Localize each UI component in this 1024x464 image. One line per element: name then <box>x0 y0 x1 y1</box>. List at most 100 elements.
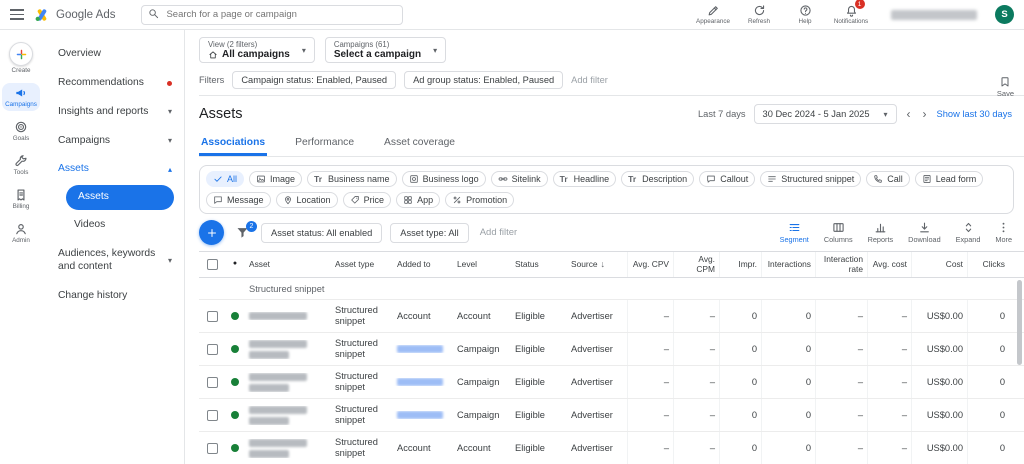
metric-cell: 0 <box>761 300 815 332</box>
table-action-download[interactable]: Download <box>908 221 940 244</box>
table-action-reports[interactable]: Reports <box>868 221 894 244</box>
added-to-cell[interactable] <box>393 378 453 386</box>
asset-type-chip-message[interactable]: Message <box>206 192 271 208</box>
view-selector[interactable]: View (2 filters) All campaigns ▾ <box>199 37 315 63</box>
scrollbar-thumb[interactable] <box>1017 280 1022 365</box>
asset-type-chip-call[interactable]: Call <box>866 171 910 187</box>
tab-performance[interactable]: Performance <box>293 130 356 156</box>
sidebar-item-insights-and-reports[interactable]: Insights and reports▾ <box>42 98 184 127</box>
rail-item-goals[interactable]: Goals <box>2 117 40 145</box>
asset-type-chip-lead-form[interactable]: Lead form <box>915 171 984 187</box>
added-to-cell[interactable] <box>393 411 453 419</box>
column-header-avg-cost[interactable]: Avg. cost <box>867 252 911 277</box>
column-header-added-to[interactable]: Added to <box>393 260 453 270</box>
google-ads-logo-icon <box>34 7 50 23</box>
topbar-appearance-button[interactable]: Appearance <box>691 4 735 25</box>
sidebar-item-change-history[interactable]: Change history <box>42 282 184 311</box>
asset-type-chip-business-logo[interactable]: Business logo <box>402 171 486 187</box>
lead-form-icon <box>922 174 932 184</box>
rail-item-billing[interactable]: Billing <box>2 185 40 213</box>
asset-name-cell[interactable] <box>245 373 331 392</box>
row-checkbox[interactable] <box>207 410 218 421</box>
column-header-cost[interactable]: Cost <box>911 252 967 277</box>
column-header-clicks[interactable]: Clicks <box>967 252 1009 277</box>
asset-type-chip-image[interactable]: Image <box>249 171 302 187</box>
brand-name: Google Ads <box>56 9 115 21</box>
avatar[interactable]: S <box>995 5 1014 24</box>
table-action-more[interactable]: More <box>995 221 1012 244</box>
sidebar-item-recommendations[interactable]: Recommendations <box>42 69 184 98</box>
topbar-refresh-button[interactable]: Refresh <box>737 4 781 25</box>
asset-type-chip-location[interactable]: Location <box>276 192 338 208</box>
column-header-level[interactable]: Level <box>453 260 511 270</box>
asset-type-chip-description[interactable]: TrDescription <box>621 171 694 187</box>
asset-name-cell[interactable] <box>245 312 331 320</box>
search-box <box>141 4 403 25</box>
sidebar-item-audiences-keywords-and-content[interactable]: Audiences, keywords and content▾ <box>42 240 184 282</box>
sidebar-item-campaigns[interactable]: Campaigns▾ <box>42 127 184 156</box>
sidebar-item-overview[interactable]: Overview <box>42 40 184 69</box>
show-last-30-days-link[interactable]: Show last 30 days <box>937 109 1012 119</box>
row-checkbox[interactable] <box>207 344 218 355</box>
view-eyebrow: View (2 filters) <box>208 40 290 49</box>
rail-item-tools[interactable]: Tools <box>2 151 40 179</box>
asset-name-cell[interactable] <box>245 340 331 359</box>
asset-type-chip-structured-snippet[interactable]: Structured snippet <box>760 171 861 187</box>
asset-type-chip-callout[interactable]: Callout <box>699 171 755 187</box>
table-action-segment[interactable]: Segment <box>780 221 809 244</box>
table-action-expand[interactable]: Expand <box>956 221 981 244</box>
tab-associations[interactable]: Associations <box>199 130 267 156</box>
search-input[interactable] <box>141 5 403 25</box>
filter-chip[interactable]: Campaign status: Enabled, Paused <box>232 71 396 89</box>
date-range-selector[interactable]: 30 Dec 2024 - 5 Jan 2025 ▾ <box>754 104 897 124</box>
campaign-selector[interactable]: Campaigns (61) Select a campaign ▾ <box>325 37 446 63</box>
header-select-all[interactable] <box>199 259 225 270</box>
sidebar-item-assets-sub[interactable]: Assets <box>66 185 174 210</box>
topbar-notifications-button[interactable]: 1Notifications <box>829 4 873 25</box>
column-header-avg-cpv[interactable]: Avg. CPV <box>627 252 673 277</box>
metric-cell: – <box>867 333 911 365</box>
redacted-text <box>249 340 307 348</box>
asset-type-chip-sitelink[interactable]: Sitelink <box>491 171 548 187</box>
rail-item-campaigns[interactable]: Campaigns <box>2 83 40 111</box>
asset-name-cell[interactable] <box>245 439 331 458</box>
brand: Google Ads <box>34 7 115 23</box>
row-checkbox[interactable] <box>207 311 218 322</box>
add-asset-button[interactable] <box>199 220 224 245</box>
row-checkbox[interactable] <box>207 377 218 388</box>
sidebar-item-videos-sub[interactable]: Videos <box>42 211 184 240</box>
asset-type-chip-price[interactable]: Price <box>343 192 392 208</box>
next-period-button[interactable]: › <box>921 107 929 121</box>
save-button[interactable]: Save <box>997 76 1014 98</box>
rail-item-create[interactable]: Create <box>2 39 40 77</box>
column-header-status[interactable]: Status <box>511 260 567 270</box>
row-checkbox[interactable] <box>207 443 218 454</box>
filter-button[interactable]: 2 <box>235 225 250 240</box>
sidebar-item-assets[interactable]: Assets▴ <box>42 155 184 184</box>
column-header-source[interactable]: Source↓ <box>567 259 627 270</box>
table-action-columns[interactable]: Columns <box>824 221 853 244</box>
toolbar-filter-chip[interactable]: Asset type: All <box>390 223 468 243</box>
toolbar-filter-chip[interactable]: Asset status: All enabled <box>261 223 382 243</box>
asset-type-chip-promotion[interactable]: Promotion <box>445 192 514 208</box>
topbar-help-button[interactable]: Help <box>783 4 827 25</box>
previous-period-button[interactable]: ‹ <box>905 107 913 121</box>
column-header-asset[interactable]: Asset <box>245 260 331 270</box>
asset-name-cell[interactable] <box>245 406 331 425</box>
add-filter-link[interactable]: Add filter <box>571 75 608 85</box>
added-to-cell[interactable] <box>393 345 453 353</box>
asset-type-chip-headline[interactable]: TrHeadline <box>553 171 617 187</box>
column-header-impr[interactable]: Impr. <box>719 252 761 277</box>
menu-icon[interactable] <box>10 9 24 20</box>
filter-chip[interactable]: Ad group status: Enabled, Paused <box>404 71 563 89</box>
column-header-interaction-rate[interactable]: Interaction rate <box>815 252 867 277</box>
toolbar-add-filter-link[interactable]: Add filter <box>480 227 518 238</box>
column-header-avg-cpm[interactable]: Avg. CPM <box>673 252 719 277</box>
tab-asset-coverage[interactable]: Asset coverage <box>382 130 457 156</box>
asset-type-chip-business-name[interactable]: TrBusiness name <box>307 171 397 187</box>
asset-type-chip-app[interactable]: App <box>396 192 440 208</box>
rail-item-admin[interactable]: Admin <box>2 219 40 247</box>
column-header-interactions[interactable]: Interactions <box>761 252 815 277</box>
asset-type-chip-all[interactable]: All <box>206 171 244 187</box>
column-header-asset-type[interactable]: Asset type <box>331 260 393 270</box>
